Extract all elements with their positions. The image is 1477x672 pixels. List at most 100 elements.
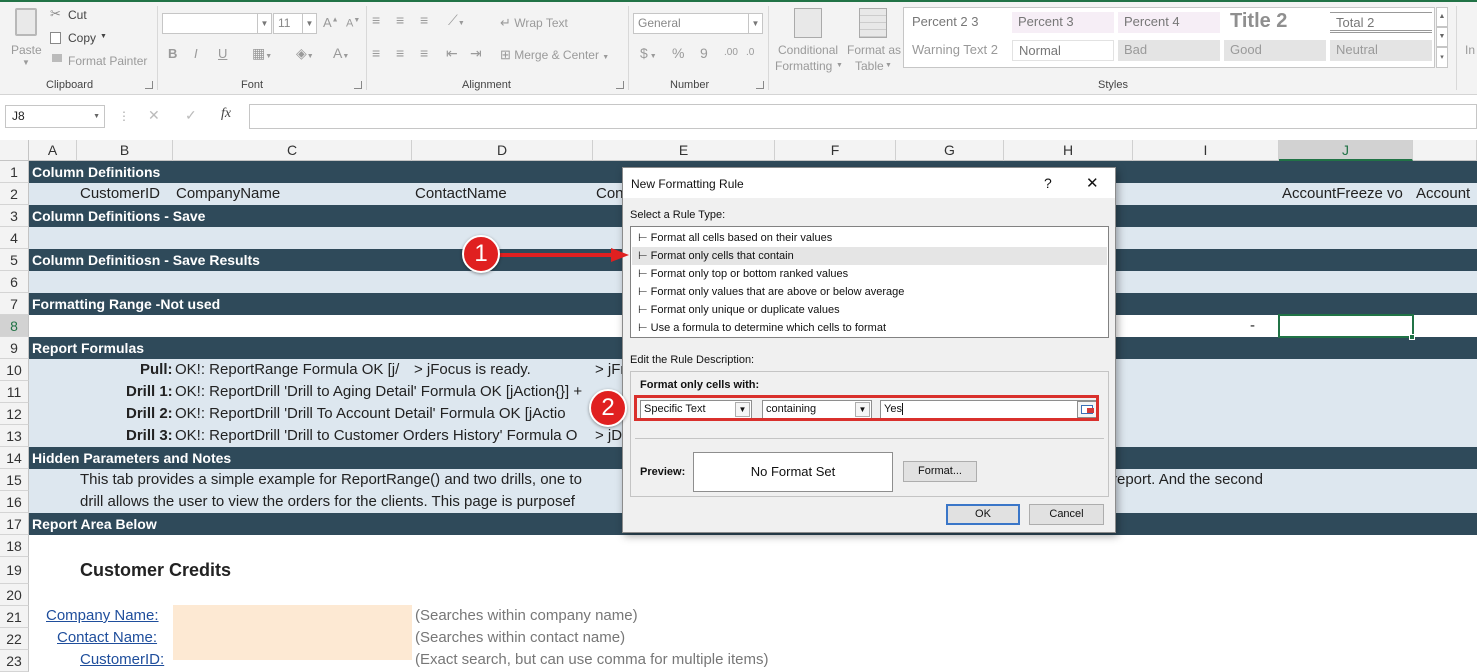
row-header[interactable]: 13 bbox=[0, 425, 29, 447]
conditional-formatting-button[interactable]: Conditional Formatting ▼ bbox=[772, 6, 844, 76]
style-title-2[interactable]: Title 2 bbox=[1224, 8, 1326, 34]
clipboard-launcher-icon[interactable] bbox=[145, 81, 153, 89]
style-good[interactable]: Good bbox=[1224, 40, 1326, 61]
increase-font-icon[interactable]: A▲ bbox=[323, 15, 339, 30]
increase-decimal-icon[interactable]: .00 bbox=[724, 47, 738, 58]
bold-button[interactable]: B bbox=[168, 46, 177, 61]
cut-button[interactable]: ✂ Cut bbox=[50, 6, 110, 24]
style-percent-4[interactable]: Percent 4 bbox=[1118, 12, 1220, 33]
align-top-icon[interactable]: ≡ bbox=[372, 12, 380, 28]
col-header-i[interactable]: I bbox=[1133, 140, 1279, 161]
col-header-a[interactable]: A bbox=[29, 140, 77, 161]
row-header[interactable]: 2 bbox=[0, 183, 29, 205]
cancel-button[interactable]: Cancel bbox=[1029, 504, 1104, 525]
formula-input[interactable] bbox=[249, 104, 1477, 129]
rule-type-item[interactable]: ⊢ Format only unique or duplicate values bbox=[632, 301, 1107, 319]
style-total-2[interactable]: Total 2 bbox=[1330, 12, 1432, 33]
select-all-corner[interactable] bbox=[0, 140, 29, 161]
notes-line-1-end[interactable]: report. And the second bbox=[1112, 469, 1263, 491]
fill-handle[interactable] bbox=[1409, 334, 1415, 340]
contact-name-label[interactable]: Contact Name: bbox=[57, 627, 157, 649]
col-header-d[interactable]: D bbox=[412, 140, 593, 161]
row-header[interactable]: 15 bbox=[0, 469, 29, 491]
format-as-table-button[interactable]: Format as Table ▼ bbox=[845, 6, 901, 76]
orientation-icon[interactable]: ⟋▼ bbox=[448, 12, 465, 29]
notes-line-2[interactable]: drill allows the user to view the orders… bbox=[80, 491, 623, 513]
pull-status-2[interactable]: > jFocus is ready. bbox=[414, 359, 531, 381]
cell-companyname[interactable]: CompanyName bbox=[176, 183, 280, 205]
rule-type-item[interactable]: ⊢ Format only top or bottom ranked value… bbox=[632, 265, 1107, 283]
align-bottom-icon[interactable]: ≡ bbox=[420, 12, 428, 28]
row-header[interactable]: 10 bbox=[0, 359, 29, 381]
row-header[interactable]: 19 bbox=[0, 557, 29, 584]
drill1-status[interactable]: OK!: ReportDrill 'Drill to Aging Detail'… bbox=[175, 381, 623, 403]
increase-indent-icon[interactable]: ⇥ bbox=[470, 45, 482, 62]
pull-status-3[interactable]: > jFr bbox=[595, 359, 625, 381]
name-box[interactable]: J8 ▼ bbox=[5, 105, 105, 128]
col-header-g[interactable]: G bbox=[896, 140, 1004, 161]
wrap-text-button[interactable]: ↵ Wrap Text bbox=[500, 15, 568, 31]
insert-function-icon[interactable]: fx bbox=[221, 106, 231, 122]
alignment-launcher-icon[interactable] bbox=[616, 81, 624, 89]
gallery-scroll-up-icon[interactable]: ▲ bbox=[1436, 7, 1448, 27]
row-header[interactable]: 6 bbox=[0, 271, 29, 293]
ok-button[interactable]: OK bbox=[946, 504, 1020, 525]
drill2-status[interactable]: OK!: ReportDrill 'Drill To Account Detai… bbox=[175, 403, 623, 425]
currency-button[interactable]: $ ▼ bbox=[640, 45, 657, 61]
row-header[interactable]: 7 bbox=[0, 293, 29, 315]
row-header[interactable]: 22 bbox=[0, 628, 29, 650]
number-format-combo[interactable]: General ▼ bbox=[633, 13, 763, 34]
align-center-icon[interactable]: ≡ bbox=[396, 45, 404, 61]
decrease-indent-icon[interactable]: ⇤ bbox=[446, 45, 458, 62]
italic-button[interactable]: I bbox=[194, 46, 198, 61]
align-right-icon[interactable]: ≡ bbox=[420, 45, 428, 61]
underline-button[interactable]: U bbox=[218, 46, 227, 61]
row-header[interactable]: 8 bbox=[0, 315, 29, 337]
customerid-label[interactable]: CustomerID: bbox=[80, 649, 164, 671]
row-header[interactable]: 20 bbox=[0, 584, 29, 606]
font-launcher-icon[interactable] bbox=[354, 81, 362, 89]
row-header[interactable]: 17 bbox=[0, 513, 29, 535]
drill3-status-2[interactable]: > jD bbox=[595, 425, 622, 447]
align-left-icon[interactable]: ≡ bbox=[372, 45, 380, 61]
col-header-h[interactable]: H bbox=[1004, 140, 1133, 161]
help-icon[interactable]: ? bbox=[1044, 175, 1052, 191]
cell-customerid[interactable]: CustomerID bbox=[80, 183, 160, 205]
insert-button-partial[interactable]: In bbox=[1465, 43, 1475, 57]
rule-type-item-selected[interactable]: ⊢ Format only cells that contain bbox=[632, 247, 1107, 265]
cell-account[interactable]: Account bbox=[1416, 183, 1470, 205]
rule-type-item[interactable]: ⊢ Use a formula to determine which cells… bbox=[632, 319, 1107, 337]
decrease-font-icon[interactable]: A▼ bbox=[346, 17, 360, 30]
cell-contact-partial[interactable]: Con bbox=[596, 183, 624, 205]
copy-button[interactable]: Copy ▼ bbox=[50, 29, 110, 47]
number-launcher-icon[interactable] bbox=[756, 81, 764, 89]
format-painter-button[interactable]: Format Painter bbox=[50, 52, 150, 70]
percent-button[interactable]: % bbox=[672, 45, 684, 61]
paste-button[interactable]: Paste ▼ bbox=[8, 6, 44, 67]
font-size-combo[interactable]: 11 ▼ bbox=[273, 13, 317, 34]
cell-i8[interactable]: - bbox=[1250, 315, 1255, 337]
gallery-scroll-down-icon[interactable]: ▼ bbox=[1436, 27, 1448, 47]
confirm-entry-icon[interactable]: ✓ bbox=[185, 107, 197, 124]
close-icon[interactable]: ✕ bbox=[1086, 174, 1099, 192]
rule-type-item[interactable]: ⊢ Format only values that are above or b… bbox=[632, 283, 1107, 301]
row-header[interactable]: 11 bbox=[0, 381, 29, 403]
row-header[interactable]: 1 bbox=[0, 161, 29, 183]
rule-type-item[interactable]: ⊢ Format all cells based on their values bbox=[632, 229, 1107, 247]
format-button[interactable]: Format... bbox=[903, 461, 977, 482]
rule-type-list[interactable]: ⊢ Format all cells based on their values… bbox=[630, 226, 1109, 338]
col-header-j[interactable]: J bbox=[1279, 140, 1413, 161]
cancel-entry-icon[interactable]: ✕ bbox=[148, 107, 160, 124]
style-neutral[interactable]: Neutral bbox=[1330, 40, 1432, 61]
row-header[interactable]: 5 bbox=[0, 249, 29, 271]
col-header-b[interactable]: B bbox=[77, 140, 173, 161]
comma-button[interactable]: 9 bbox=[700, 45, 708, 61]
drill3-status[interactable]: OK!: ReportDrill 'Drill to Customer Orde… bbox=[175, 425, 593, 447]
company-name-label[interactable]: Company Name: bbox=[46, 605, 159, 627]
row-header[interactable]: 18 bbox=[0, 535, 29, 557]
row-header[interactable]: 4 bbox=[0, 227, 29, 249]
style-bad[interactable]: Bad bbox=[1118, 40, 1220, 61]
row-header[interactable]: 21 bbox=[0, 606, 29, 628]
cell-accountfreeze[interactable]: AccountFreeze vo bbox=[1282, 183, 1412, 205]
notes-line-1[interactable]: This tab provides a simple example for R… bbox=[80, 469, 623, 491]
